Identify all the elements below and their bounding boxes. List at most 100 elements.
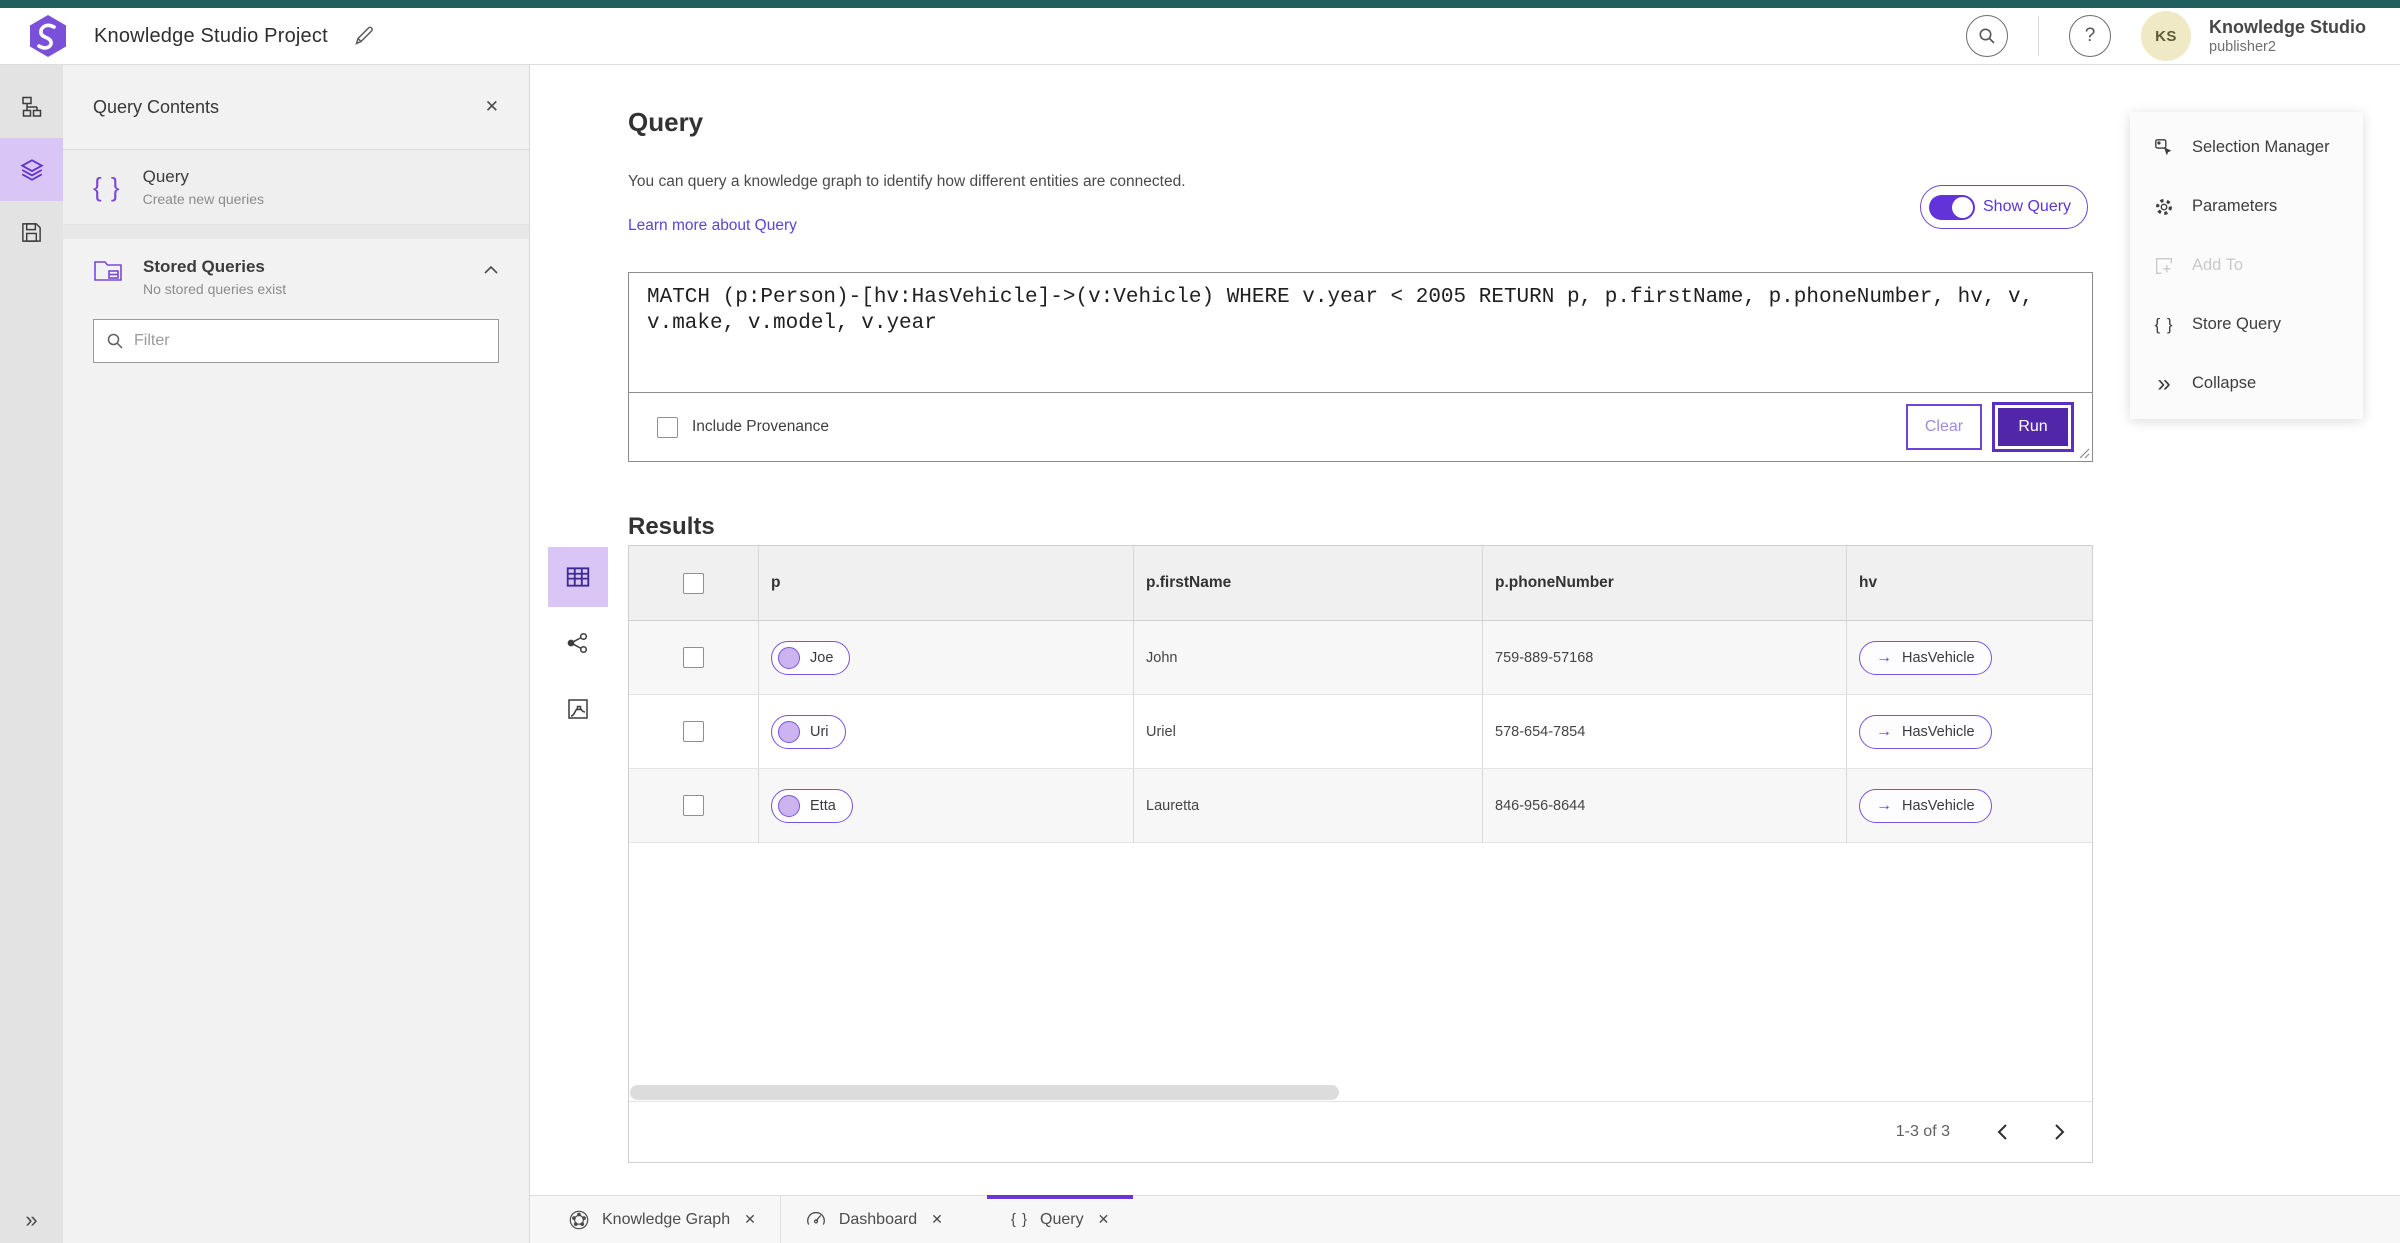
curly-braces-icon: { } [1010,1211,1029,1228]
table-view-icon[interactable] [548,547,608,607]
row-checkbox[interactable] [683,647,704,668]
table-header-row: p p.firstName p.phoneNumber hv [629,546,2092,621]
help-icon[interactable]: ? [2069,15,2111,57]
show-query-toggle[interactable]: Show Query [1920,185,2089,229]
stored-queries-title: Stored Queries [143,257,265,276]
entity-node-pill[interactable]: Uri [771,714,846,749]
cell-firstName: Lauretta [1146,797,1200,814]
table-pagination: 1-3 of 3 [629,1101,2092,1162]
table-row[interactable]: Etta Lauretta 846-956-8644 → HasVehicle [629,769,2092,843]
chevron-left-icon[interactable] [1996,1123,2008,1141]
clear-button[interactable]: Clear [1906,404,1982,450]
tab-label: Dashboard [838,1210,918,1228]
close-icon[interactable]: ✕ [485,97,499,117]
tab-dashboard[interactable]: Dashboard ✕ [779,1196,967,1243]
pagination-label: 1-3 of 3 [1895,1123,1950,1140]
query-tools-panel: Selection Manager Parameters Add To { } … [2130,112,2363,419]
edge-label: HasVehicle [1902,797,1975,814]
selection-manager-icon [2152,137,2176,159]
curly-braces-icon: { } [2154,314,2174,334]
parameters-item[interactable]: Parameters [2130,177,2363,236]
knowledge-studio-app: Knowledge Studio Project ? KS Knowledge … [0,0,2400,1243]
item-label: Collapse [2192,374,2257,392]
filter-input[interactable] [134,332,486,350]
edge-label: HasVehicle [1902,723,1975,740]
knowledge-graph-icon [568,1209,590,1231]
item-label: Parameters [2192,197,2278,215]
relationship-pill[interactable]: → HasVehicle [1859,788,1992,823]
header-divider [2038,16,2039,56]
avatar[interactable]: KS [2141,11,2191,61]
tab-query[interactable]: { } Query ✕ [986,1195,1134,1243]
row-checkbox[interactable] [683,721,704,742]
chevron-up-icon[interactable] [483,257,499,297]
table-row[interactable]: Uri Uriel 578-654-7854 → HasVehicle [629,695,2092,769]
relationship-pill[interactable]: → HasVehicle [1859,714,1992,749]
page-title: Query [628,107,704,137]
edit-title-icon[interactable] [352,24,376,48]
query-description: You can query a knowledge graph to ident… [628,173,1186,190]
header-cell-select [629,546,759,620]
selection-manager-item[interactable]: Selection Manager [2130,118,2363,177]
add-to-icon [2152,255,2176,277]
filter-box [93,319,499,363]
cell-firstName: John [1146,649,1178,666]
relationship-pill[interactable]: → HasVehicle [1859,640,1992,675]
user-menu[interactable]: Knowledge Studio publisher2 [2209,16,2366,57]
layers-icon[interactable] [0,138,63,201]
entity-node-pill[interactable]: Etta [771,788,853,823]
save-icon[interactable] [0,201,63,264]
stored-queries-subtitle: No stored queries exist [143,281,287,297]
chart-view-icon[interactable] [548,679,608,739]
edge-label: HasVehicle [1902,649,1975,666]
header-cell[interactable]: p.firstName [1134,546,1483,620]
resize-handle-icon[interactable] [2078,447,2090,459]
table-row[interactable]: Joe John 759-889-57168 → HasVehicle [629,621,2092,695]
bottom-tab-bar: Knowledge Graph ✕ Dashboard ✕ { } Query … [530,1195,2400,1243]
column-label: p [771,574,781,591]
cell-phoneNumber: 578-654-7854 [1495,723,1586,740]
chevron-right-icon[interactable] [2054,1123,2066,1141]
results-table: p p.firstName p.phoneNumber hv Joe John … [628,545,2093,1163]
expand-rail-icon[interactable]: » [0,1207,63,1233]
collapse-icon: » [2157,369,2171,397]
sidebar-item-query[interactable]: { } Query Create new queries [63,150,529,225]
collapse-item[interactable]: » Collapse [2130,354,2363,413]
run-button[interactable]: Run [1992,402,2074,452]
query-item-subtitle: Create new queries [142,191,264,207]
user-app-name: Knowledge Studio [2209,16,2366,37]
schema-icon[interactable] [0,75,63,138]
query-editor-container: MATCH (p:Person)-[hv:HasVehicle]->(v:Veh… [628,272,2093,462]
tab-label: Knowledge Graph [602,1210,731,1228]
header-cell[interactable]: p [759,546,1134,620]
header-cell[interactable]: hv [1847,546,2092,620]
horizontal-scrollbar[interactable] [630,1085,1339,1100]
row-checkbox[interactable] [683,795,704,816]
query-text-input[interactable]: MATCH (p:Person)-[hv:HasVehicle]->(v:Veh… [629,273,2092,393]
search-icon[interactable] [1966,15,2008,57]
toggle-on-icon [1929,194,1975,220]
close-icon[interactable]: ✕ [931,1211,943,1228]
sidebar-title: Query Contents [93,96,220,117]
select-all-checkbox[interactable] [683,572,704,594]
column-label: p.firstName [1146,574,1232,591]
graph-view-icon[interactable] [548,613,608,673]
tab-knowledge-graph[interactable]: Knowledge Graph ✕ [544,1196,780,1243]
header-cell[interactable]: p.phoneNumber [1483,546,1847,620]
arrow-right-icon: → [1876,796,1892,814]
arrow-right-icon: → [1876,722,1892,740]
entity-node-pill[interactable]: Joe [771,640,851,675]
node-label: Etta [810,797,836,814]
close-icon[interactable]: ✕ [744,1211,756,1228]
close-icon[interactable]: ✕ [1098,1211,1110,1228]
query-contents-panel: Query Contents ✕ { } Query Create new qu… [63,65,530,1243]
include-provenance-label: Include Provenance [692,418,830,435]
store-query-item[interactable]: { } Store Query [2130,295,2363,354]
query-item-title: Query [142,167,189,186]
app-logo-icon[interactable] [28,14,68,58]
include-provenance-checkbox[interactable] [657,416,678,438]
tab-label: Query [1040,1210,1084,1228]
stored-queries-section[interactable]: Stored Queries No stored queries exist [63,239,529,305]
learn-more-link[interactable]: Learn more about Query [628,217,797,235]
header-actions: ? KS Knowledge Studio publisher2 [1966,11,2366,61]
